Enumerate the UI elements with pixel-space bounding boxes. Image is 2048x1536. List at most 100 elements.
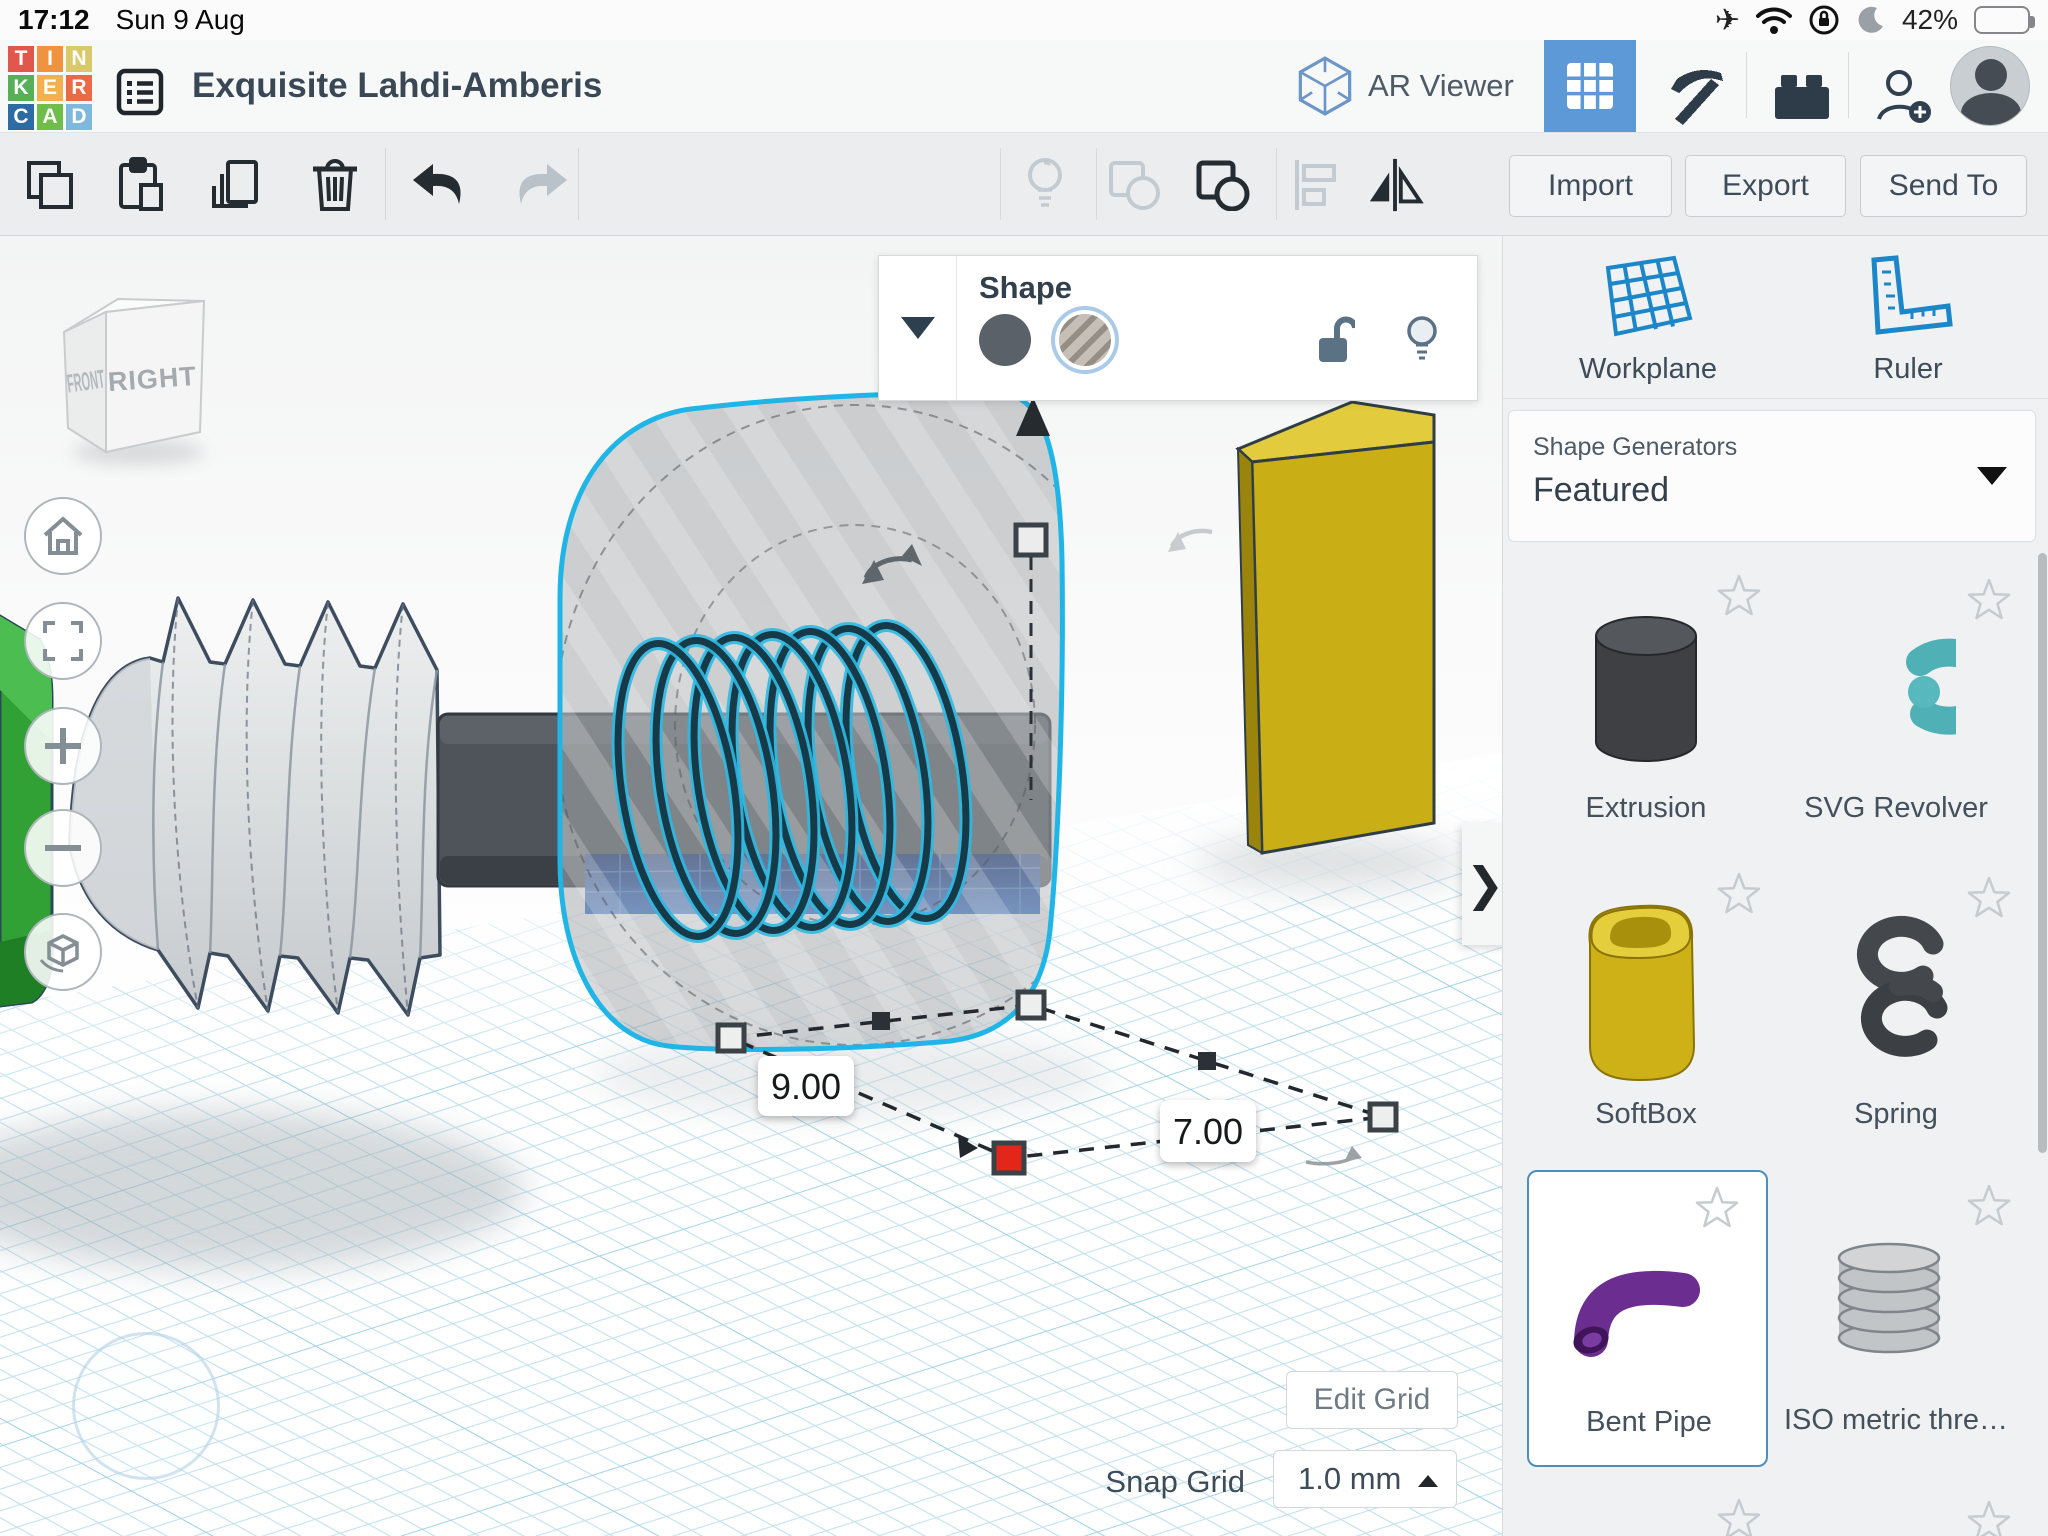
zoom-in-button[interactable]: [24, 707, 102, 785]
dimension-depth[interactable]: 7.00: [1160, 1100, 1256, 1162]
perspective-toggle-button[interactable]: [24, 913, 102, 991]
list-icon: [115, 67, 165, 117]
screw-shape[interactable]: [70, 598, 440, 1015]
duplicate-button[interactable]: [206, 156, 264, 214]
ar-cube-icon: [1296, 56, 1354, 116]
copy-button[interactable]: [22, 156, 80, 214]
shape-tile-extrusion[interactable]: [1581, 602, 1711, 782]
divider: [578, 148, 579, 220]
home-view-button[interactable]: [24, 497, 102, 575]
avatar[interactable]: [1950, 46, 2030, 126]
logo-letter: E: [37, 75, 63, 101]
edge-scale-handle[interactable]: [1198, 1052, 1216, 1070]
logo-letter: T: [8, 46, 34, 72]
star-icon[interactable]: [1967, 1184, 2011, 1231]
delete-button[interactable]: [306, 156, 364, 214]
show-all-button[interactable]: [1016, 156, 1074, 214]
mirror-button[interactable]: [1366, 156, 1424, 214]
ungroup-button[interactable]: [1194, 156, 1252, 214]
undo-button[interactable]: [408, 156, 466, 214]
trash-icon: [309, 157, 361, 213]
rotate-handle-faded[interactable]: [1168, 531, 1212, 552]
export-button[interactable]: Export: [1685, 155, 1846, 217]
chevron-right-icon: ❯: [1466, 857, 1505, 911]
solid-color-swatch[interactable]: [979, 314, 1031, 366]
align-icon: [1290, 158, 1340, 212]
fit-view-icon: [41, 619, 85, 663]
star-icon[interactable]: [1717, 872, 1761, 919]
shape-tile-spring[interactable]: [1841, 908, 1951, 1083]
divider: [1000, 148, 1001, 220]
viewport-canvas[interactable]: 9.00 7.00 RIGHT FRONT: [0, 236, 1502, 1536]
star-icon[interactable]: [1717, 574, 1761, 621]
softbox-thumb: [1566, 896, 1714, 1091]
battery-icon: [1974, 6, 2030, 34]
corner-scale-handle[interactable]: [1370, 1104, 1396, 1130]
paste-button[interactable]: [112, 156, 170, 214]
scrollbar-thumb[interactable]: [2038, 553, 2047, 1153]
fit-view-button[interactable]: [24, 602, 102, 680]
tile-label: SoftBox: [1526, 1098, 1766, 1131]
star-icon[interactable]: [1967, 1500, 2011, 1536]
home-icon: [41, 515, 85, 557]
design-properties-button[interactable]: [112, 64, 168, 120]
zoom-out-button[interactable]: [24, 809, 102, 887]
yellow-box-shape[interactable]: [1238, 402, 1434, 853]
star-icon[interactable]: [1717, 1498, 1761, 1536]
airplane-mode-icon: ✈: [1715, 3, 1740, 38]
shapes-panel-toggle-button[interactable]: [1544, 40, 1636, 132]
invite-collaborator-button[interactable]: [1866, 62, 1942, 132]
paste-icon: [115, 157, 167, 213]
divider: [1096, 148, 1097, 220]
tile-label: Bent Pipe: [1529, 1406, 1769, 1439]
orbit-control[interactable]: [72, 1332, 220, 1480]
active-corner-handle-red[interactable]: [994, 1143, 1024, 1173]
group-button[interactable]: [1106, 156, 1164, 214]
send-to-button[interactable]: Send To: [1860, 155, 2027, 217]
shape-tile-iso-metric-thread[interactable]: [1823, 1222, 1955, 1379]
collapse-panel-button[interactable]: [879, 256, 957, 400]
plus-icon: [41, 724, 85, 768]
snap-grid-dropdown[interactable]: 1.0 mm: [1273, 1450, 1457, 1508]
grid-icon: [1565, 61, 1615, 111]
battery-percent: 42%: [1902, 4, 1958, 36]
unlock-icon[interactable]: [1315, 316, 1355, 364]
redo-button[interactable]: [514, 156, 572, 214]
ruler-tool[interactable]: Ruler: [1823, 254, 1993, 386]
shape-tile-softbox[interactable]: [1566, 896, 1714, 1096]
corner-scale-handle[interactable]: [718, 1025, 744, 1051]
transparent-material-swatch-selected[interactable]: [1059, 314, 1111, 366]
box-shadow: [1195, 838, 1465, 886]
shape-generators-dropdown[interactable]: Shape Generators Featured: [1508, 410, 2036, 542]
shape-tile-svg-revolver[interactable]: [1826, 636, 1956, 741]
design-title[interactable]: Exquisite Lahdi-Amberis: [192, 40, 602, 132]
pickaxe-icon: [1663, 65, 1733, 129]
star-icon[interactable]: [1967, 876, 2011, 923]
ar-viewer-button[interactable]: AR Viewer: [1296, 40, 1514, 132]
snap-grid-label: Snap Grid: [1040, 1464, 1245, 1500]
workplane-tool[interactable]: Workplane: [1563, 254, 1733, 386]
star-icon[interactable]: [1967, 578, 2011, 625]
tinkercad-logo[interactable]: T I N K E R C A D: [8, 46, 92, 130]
align-button[interactable]: [1286, 156, 1344, 214]
ruler-icon: [1860, 254, 1956, 338]
dimension-width[interactable]: 9.00: [758, 1056, 854, 1116]
logo-letter: D: [66, 104, 92, 130]
bent-pipe-thumb: [1561, 1244, 1726, 1364]
shapes-sidebar: Workplane Ruler Shape Generators Feature…: [1502, 236, 2048, 1536]
import-button[interactable]: Import: [1509, 155, 1672, 217]
workplane-label: Workplane: [1563, 353, 1733, 386]
shape-tile-bent-pipe-selected[interactable]: Bent Pipe: [1527, 1170, 1768, 1467]
divider: [1503, 398, 2048, 399]
edge-scale-handle[interactable]: [872, 1012, 890, 1030]
star-icon[interactable]: [1695, 1186, 1739, 1233]
minecraft-export-button[interactable]: [1658, 64, 1738, 130]
edit-grid-button[interactable]: Edit Grid: [1286, 1371, 1458, 1429]
height-scale-handle[interactable]: [1016, 525, 1046, 555]
corner-scale-handle[interactable]: [1018, 992, 1044, 1018]
view-cube[interactable]: RIGHT FRONT: [64, 299, 204, 465]
mirror-icon: [1366, 158, 1424, 212]
lightbulb-icon[interactable]: [1403, 315, 1441, 365]
divider: [1276, 148, 1277, 220]
brick-export-button[interactable]: [1762, 64, 1842, 130]
